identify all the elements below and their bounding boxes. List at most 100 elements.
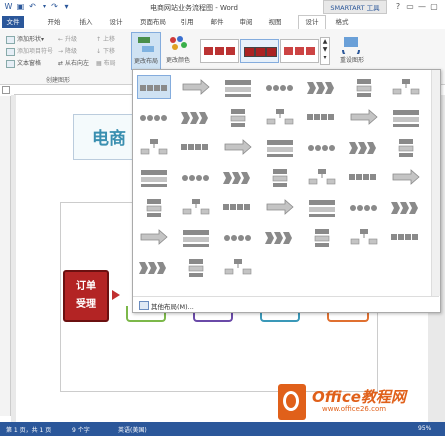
layout-option[interactable] (263, 135, 297, 159)
tab-review[interactable]: 审阅 (236, 16, 256, 28)
smartart-style-2[interactable] (240, 39, 279, 63)
layout-option[interactable] (305, 105, 339, 129)
layout-option[interactable] (221, 255, 255, 279)
layout-option[interactable] (137, 255, 171, 279)
promote-button[interactable]: ← 升级 (58, 34, 77, 43)
layout-option[interactable] (389, 75, 423, 99)
layout-option[interactable] (221, 135, 255, 159)
tab-page-layout[interactable]: 页面布局 (136, 16, 170, 28)
more-layouts-link[interactable]: 其他布局(M)... (151, 301, 194, 311)
ribbon-display-icon[interactable]: ▭ (404, 2, 416, 11)
layout-option[interactable] (347, 165, 381, 189)
layout-option[interactable] (389, 135, 423, 159)
maximize-icon[interactable]: ▢ (428, 2, 440, 11)
layout-option[interactable] (179, 225, 213, 249)
change-layout-button[interactable]: 更改布局 (131, 32, 161, 70)
horizontal-ruler[interactable] (14, 86, 134, 95)
layout-option[interactable] (305, 195, 339, 219)
styles-scroll[interactable]: ▲ ▼ ▾ (320, 37, 330, 65)
tab-file[interactable]: 文件 (2, 16, 24, 28)
tab-smartart-design[interactable]: 设计 (298, 15, 326, 29)
layout-option[interactable] (347, 105, 381, 129)
layout-option[interactable] (347, 195, 381, 219)
order-acceptance-shape[interactable]: 订单 受理 (63, 270, 109, 322)
layout-option[interactable] (347, 75, 381, 99)
redo-icon[interactable]: ↷ (50, 2, 59, 11)
page-count[interactable]: 第 1 页，共 1 页 (6, 425, 51, 434)
tab-view[interactable]: 视图 (265, 16, 285, 28)
layout-option[interactable] (179, 165, 213, 189)
text-pane-icon (6, 59, 15, 68)
layout-option[interactable] (263, 165, 297, 189)
layout-option[interactable] (221, 75, 255, 99)
layout-thumbnail (141, 170, 167, 187)
layout-option[interactable] (389, 165, 423, 189)
move-up-button[interactable]: ↑ 上移 (96, 34, 115, 43)
layout-option[interactable] (305, 225, 339, 249)
layout-option[interactable] (221, 105, 255, 129)
layout-option[interactable] (263, 75, 297, 99)
smartart-style-3[interactable] (280, 39, 319, 63)
language-indicator[interactable]: 英语(美国) (118, 425, 147, 434)
add-bullet-button[interactable]: 添加项目符号 (6, 46, 53, 56)
layout-option[interactable] (263, 195, 297, 219)
tab-selector[interactable] (2, 86, 10, 94)
help-icon[interactable]: ? (392, 2, 404, 11)
layout-thumbnail (224, 259, 252, 275)
layout-thumbnail (140, 229, 168, 245)
text-pane-button[interactable]: 文本窗格 (6, 58, 41, 68)
zoom-level[interactable]: 95% (418, 425, 431, 432)
undo-dropdown-icon[interactable]: ▾ (40, 2, 49, 11)
vertical-ruler[interactable] (0, 96, 11, 416)
layout-option[interactable] (347, 135, 381, 159)
layout-thumbnail (314, 229, 330, 247)
layout-option[interactable] (137, 75, 171, 99)
layout-gallery-dropdown[interactable]: 其他布局(M)... (132, 69, 441, 313)
layout-option[interactable] (179, 105, 213, 129)
layout-option[interactable] (137, 105, 171, 129)
minimize-icon[interactable]: — (416, 2, 428, 11)
layout-option[interactable] (305, 165, 339, 189)
customize-qat-icon[interactable]: ▾ (62, 2, 71, 11)
reset-graphic-button[interactable]: 重设图形 (336, 32, 368, 68)
watermark-url: www.office26.com (320, 405, 389, 413)
layout-option[interactable] (263, 225, 297, 249)
layout-option[interactable] (263, 105, 297, 129)
layout-option[interactable] (137, 225, 171, 249)
layout-option[interactable] (137, 135, 171, 159)
layout-option[interactable] (305, 135, 339, 159)
layout-option[interactable] (347, 225, 381, 249)
undo-icon[interactable]: ↶ (28, 2, 37, 11)
layout-option[interactable] (179, 195, 213, 219)
smartart-style-1[interactable] (200, 39, 239, 63)
tab-references[interactable]: 引用 (177, 16, 197, 28)
tab-design[interactable]: 设计 (106, 16, 126, 28)
layout-option[interactable] (221, 165, 255, 189)
layout-option[interactable] (137, 195, 171, 219)
tab-smartart-format[interactable]: 格式 (332, 16, 352, 28)
gallery-scrollbar[interactable] (431, 70, 440, 296)
tab-home[interactable]: 开始 (42, 16, 66, 28)
tab-mailings[interactable]: 邮件 (207, 16, 227, 28)
move-down-button[interactable]: ↓ 下移 (96, 46, 115, 55)
layout-option[interactable] (179, 75, 213, 99)
layout-option[interactable] (389, 225, 423, 249)
layout-option[interactable] (179, 255, 213, 279)
layout-thumbnail (266, 85, 293, 91)
layout-option[interactable] (305, 75, 339, 99)
layout-option[interactable] (221, 225, 255, 249)
layout-option[interactable] (137, 165, 171, 189)
word-count[interactable]: 9 个字 (72, 425, 90, 434)
layout-option[interactable] (179, 135, 213, 159)
right-to-left-label: 从右向左 (64, 60, 89, 67)
demote-button[interactable]: → 降级 (58, 46, 77, 55)
add-shape-button[interactable]: 添加形状▾ (6, 34, 44, 44)
tab-insert[interactable]: 插入 (74, 16, 98, 28)
change-colors-button[interactable]: 更改颜色 (164, 32, 192, 68)
layout-option[interactable] (389, 105, 423, 129)
layout-option[interactable] (221, 195, 255, 219)
save-icon[interactable]: ▣ (16, 2, 25, 11)
layout-option[interactable] (389, 195, 423, 219)
right-to-left-button[interactable]: ⇄ 从右向左 (58, 58, 89, 67)
layout-button[interactable]: ▦ 布局 (96, 58, 116, 67)
